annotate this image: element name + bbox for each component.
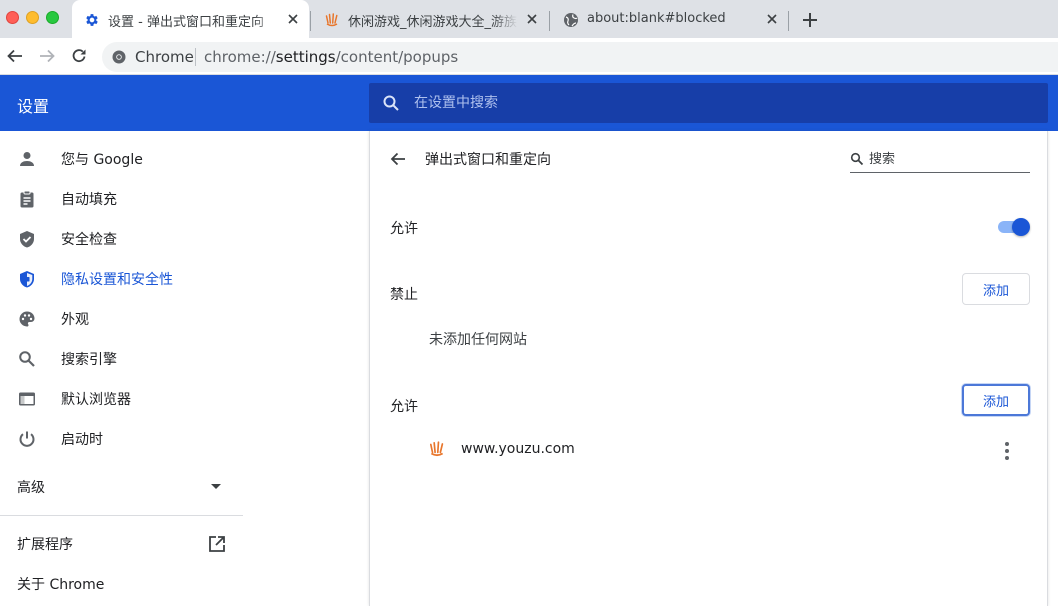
address-bar[interactable]: Chrome chrome://settings/content/popups (102, 42, 1058, 72)
sidebar-item-about-chrome[interactable]: 关于 Chrome (0, 564, 243, 604)
open-in-new-icon (209, 536, 225, 552)
sidebar-item-default-browser[interactable]: 默认浏览器 (0, 379, 243, 419)
settings-search[interactable] (369, 83, 1048, 123)
chevron-down-icon (211, 484, 221, 489)
close-tab-icon[interactable] (524, 11, 540, 27)
close-tab-icon[interactable] (764, 11, 780, 27)
add-allowed-site-button[interactable]: 添加 (962, 384, 1030, 416)
sidebar-item-label: 隐私设置和安全性 (61, 272, 173, 288)
search-icon (850, 152, 864, 166)
globe-icon (564, 13, 578, 27)
tab-settings[interactable]: 设置 - 弹出式窗口和重定向 (72, 0, 309, 38)
tab-separator (788, 11, 789, 31)
browser-icon (19, 392, 35, 406)
gear-icon (86, 14, 98, 26)
sidebar-about-label: 关于 Chrome (17, 577, 105, 593)
url-prefix: chrome:// (204, 48, 276, 66)
plus-icon[interactable] (801, 11, 819, 29)
settings-sidebar: 您与 Google 自动填充 安全检查 隐私设置和安全性 外观 搜索引擎 默认浏… (0, 131, 243, 606)
add-blocked-site-button[interactable]: 添加 (962, 273, 1030, 305)
back-icon[interactable] (6, 47, 24, 65)
forward-icon[interactable] (38, 47, 56, 65)
omnibox-site-label: Chrome (135, 48, 194, 66)
omnibox-divider (195, 48, 196, 66)
subpage-search-input[interactable] (869, 150, 1027, 168)
sidebar-item-privacy[interactable]: 隐私设置和安全性 (0, 259, 243, 299)
maximize-window-button[interactable] (46, 11, 59, 24)
tab-title: 设置 - 弹出式窗口和重定向 (108, 15, 264, 30)
person-icon (20, 152, 34, 166)
power-icon (19, 431, 35, 447)
youzu-favicon (325, 13, 338, 27)
sidebar-advanced-label: 高级 (17, 480, 45, 496)
settings-title: 设置 (17, 97, 50, 116)
default-allow-toggle[interactable] (998, 218, 1030, 236)
sidebar-item-label: 启动时 (61, 432, 103, 448)
tab-title: 休闲游戏_休闲游戏大全_游族休闲游戏 (348, 15, 518, 30)
omnibox-url: chrome://settings/content/popups (204, 48, 458, 66)
close-window-button[interactable] (6, 11, 19, 24)
tab-strip: 设置 - 弹出式窗口和重定向 休闲游戏_休闲游戏大全_游族休闲游戏 about:… (0, 0, 1058, 38)
url-path: /content/popups (335, 48, 459, 66)
subpage-search[interactable] (850, 149, 1030, 173)
allowed-site-url: www.youzu.com (461, 441, 575, 457)
sidebar-advanced-toggle[interactable]: 高级 (0, 467, 243, 507)
allowed-site-row: www.youzu.com (370, 436, 1049, 466)
sidebar-extensions-label: 扩展程序 (17, 537, 73, 553)
shield-icon (20, 271, 34, 288)
popups-settings-card: 弹出式窗口和重定向 允许 禁止 添加 未添加任何网站 允许 添加 www.you… (369, 131, 1048, 606)
sidebar-item-label: 自动填充 (61, 192, 117, 208)
sidebar-item-label: 默认浏览器 (61, 392, 131, 408)
url-host: settings (275, 48, 336, 66)
toggle-knob (1012, 218, 1030, 236)
sidebar-divider (0, 515, 243, 516)
chrome-icon (112, 50, 126, 64)
shield-check-icon (20, 231, 34, 248)
youzu-favicon (429, 441, 444, 457)
sidebar-item-label: 您与 Google (61, 152, 143, 168)
sidebar-item-label: 搜索引擎 (61, 352, 117, 368)
browser-toolbar: Chrome chrome://settings/content/popups (0, 38, 1058, 75)
search-icon (19, 351, 35, 367)
palette-icon (19, 311, 35, 327)
sidebar-item-autofill[interactable]: 自动填充 (0, 179, 243, 219)
blocked-section-label: 禁止 (390, 287, 418, 303)
sidebar-item-on-startup[interactable]: 启动时 (0, 419, 243, 459)
more-actions-icon[interactable] (997, 439, 1017, 463)
sidebar-item-appearance[interactable]: 外观 (0, 299, 243, 339)
sidebar-item-extensions[interactable]: 扩展程序 (0, 524, 243, 564)
sidebar-item-label: 外观 (61, 312, 89, 328)
tab-blocked[interactable]: about:blank#blocked (551, 0, 788, 38)
clipboard-icon (20, 190, 34, 208)
sidebar-item-label: 安全检查 (61, 232, 117, 248)
default-allow-label: 允许 (390, 221, 418, 237)
tab-separator (310, 11, 311, 31)
tab-title: about:blank#blocked (587, 11, 726, 26)
tab-youzu[interactable]: 休闲游戏_休闲游戏大全_游族休闲游戏 (312, 0, 548, 38)
page-title: 弹出式窗口和重定向 (425, 152, 551, 168)
sidebar-item-search-engine[interactable]: 搜索引擎 (0, 339, 243, 379)
sidebar-item-you-and-google[interactable]: 您与 Google (0, 139, 243, 179)
blocked-empty-message: 未添加任何网站 (429, 332, 527, 348)
search-icon (383, 95, 399, 111)
settings-search-input[interactable] (414, 92, 1014, 114)
allowed-section-label: 允许 (390, 399, 418, 415)
close-tab-icon[interactable] (285, 11, 301, 27)
tab-separator (549, 11, 550, 31)
back-arrow-icon[interactable] (389, 150, 407, 168)
settings-header: 设置 (0, 75, 1058, 131)
sidebar-item-safety-check[interactable]: 安全检查 (0, 219, 243, 259)
reload-icon[interactable] (70, 47, 88, 65)
minimize-window-button[interactable] (26, 11, 39, 24)
